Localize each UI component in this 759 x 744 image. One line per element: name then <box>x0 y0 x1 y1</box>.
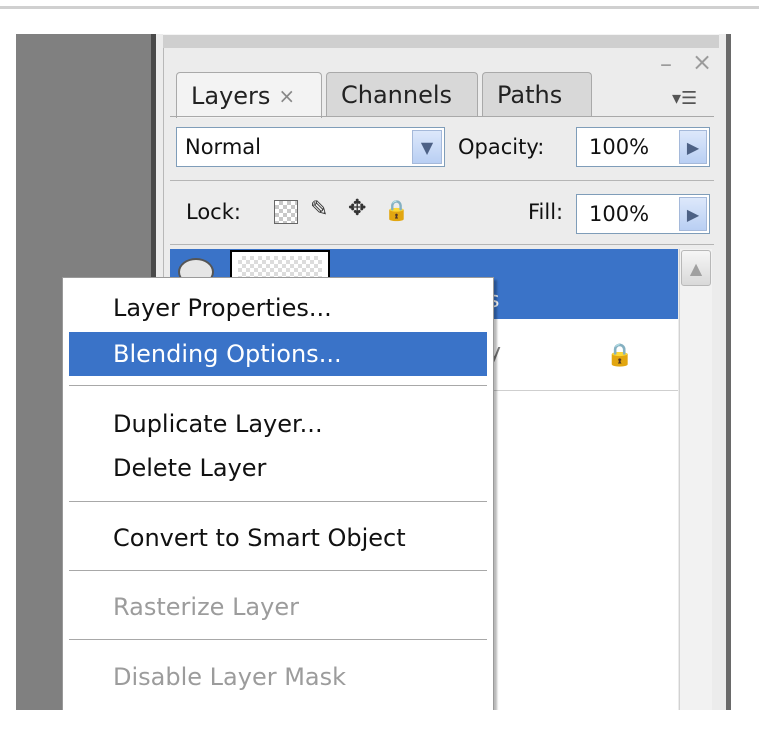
fill-label: Fill: <box>528 200 564 224</box>
opacity-arrow-icon[interactable]: ▶ <box>679 130 707 164</box>
tab-layers-label: Layers <box>191 81 271 110</box>
panel-title-bar[interactable] <box>163 34 719 49</box>
opacity-value: 100% <box>589 135 650 159</box>
chevron-down-icon[interactable]: ▼ <box>412 130 442 164</box>
bottom-margin <box>0 710 759 744</box>
menu-separator <box>69 501 487 502</box>
layer-row-divider <box>486 390 678 391</box>
tab-layers[interactable]: Layers × <box>176 72 322 118</box>
lock-label: Lock: <box>186 200 241 224</box>
tab-channels[interactable]: Channels <box>326 72 478 116</box>
opacity-field[interactable]: 100% ▶ <box>576 127 710 167</box>
lock-icon: 🔒 <box>606 343 634 368</box>
layers-scrollbar[interactable] <box>679 249 712 710</box>
fill-arrow-icon[interactable]: ▶ <box>679 197 707 231</box>
menu-separator <box>69 385 487 386</box>
lock-move-icon[interactable]: ✥ <box>348 196 366 221</box>
controls-divider <box>170 180 714 181</box>
top-divider <box>0 6 759 9</box>
blend-mode-value: Normal <box>185 135 261 159</box>
close-icon[interactable]: × <box>692 50 712 74</box>
blend-mode-select[interactable]: Normal ▼ <box>176 127 445 167</box>
fill-value: 100% <box>589 202 650 226</box>
tab-close-icon[interactable]: × <box>278 84 295 108</box>
lock-all-icon[interactable]: 🔒 <box>384 198 409 222</box>
minimize-icon[interactable]: – <box>660 52 672 76</box>
menu-item-rasterize-layer: Rasterize Layer <box>113 593 299 621</box>
menu-item-delete-layer[interactable]: Delete Layer <box>69 446 487 490</box>
opacity-label: Opacity: <box>458 135 545 159</box>
menu-item-duplicate-layer[interactable]: Duplicate Layer... <box>69 402 487 446</box>
tab-channels-label: Channels <box>341 80 453 109</box>
context-menu: Layer Properties... Blending Options... … <box>62 277 494 717</box>
tab-paths-label: Paths <box>497 80 563 109</box>
panel-menu-icon[interactable]: ▾☰ <box>672 88 697 109</box>
menu-item-disable-layer-mask: Disable Layer Mask <box>113 663 347 691</box>
scroll-up-icon[interactable]: ▲ <box>681 250 711 286</box>
tab-paths[interactable]: Paths <box>482 72 592 116</box>
lock-transparency-icon[interactable] <box>274 200 298 224</box>
lock-paint-icon[interactable]: ✎ <box>310 197 328 222</box>
menu-item-convert-smart-object[interactable]: Convert to Smart Object <box>69 516 487 560</box>
menu-separator <box>69 570 487 571</box>
lock-row-divider <box>170 244 714 245</box>
menu-item-blending-options[interactable]: Blending Options... <box>69 332 487 376</box>
tabs-divider <box>170 116 714 117</box>
fill-field[interactable]: 100% ▶ <box>576 194 710 234</box>
menu-item-layer-properties[interactable]: Layer Properties... <box>69 286 487 330</box>
menu-separator <box>69 639 487 640</box>
